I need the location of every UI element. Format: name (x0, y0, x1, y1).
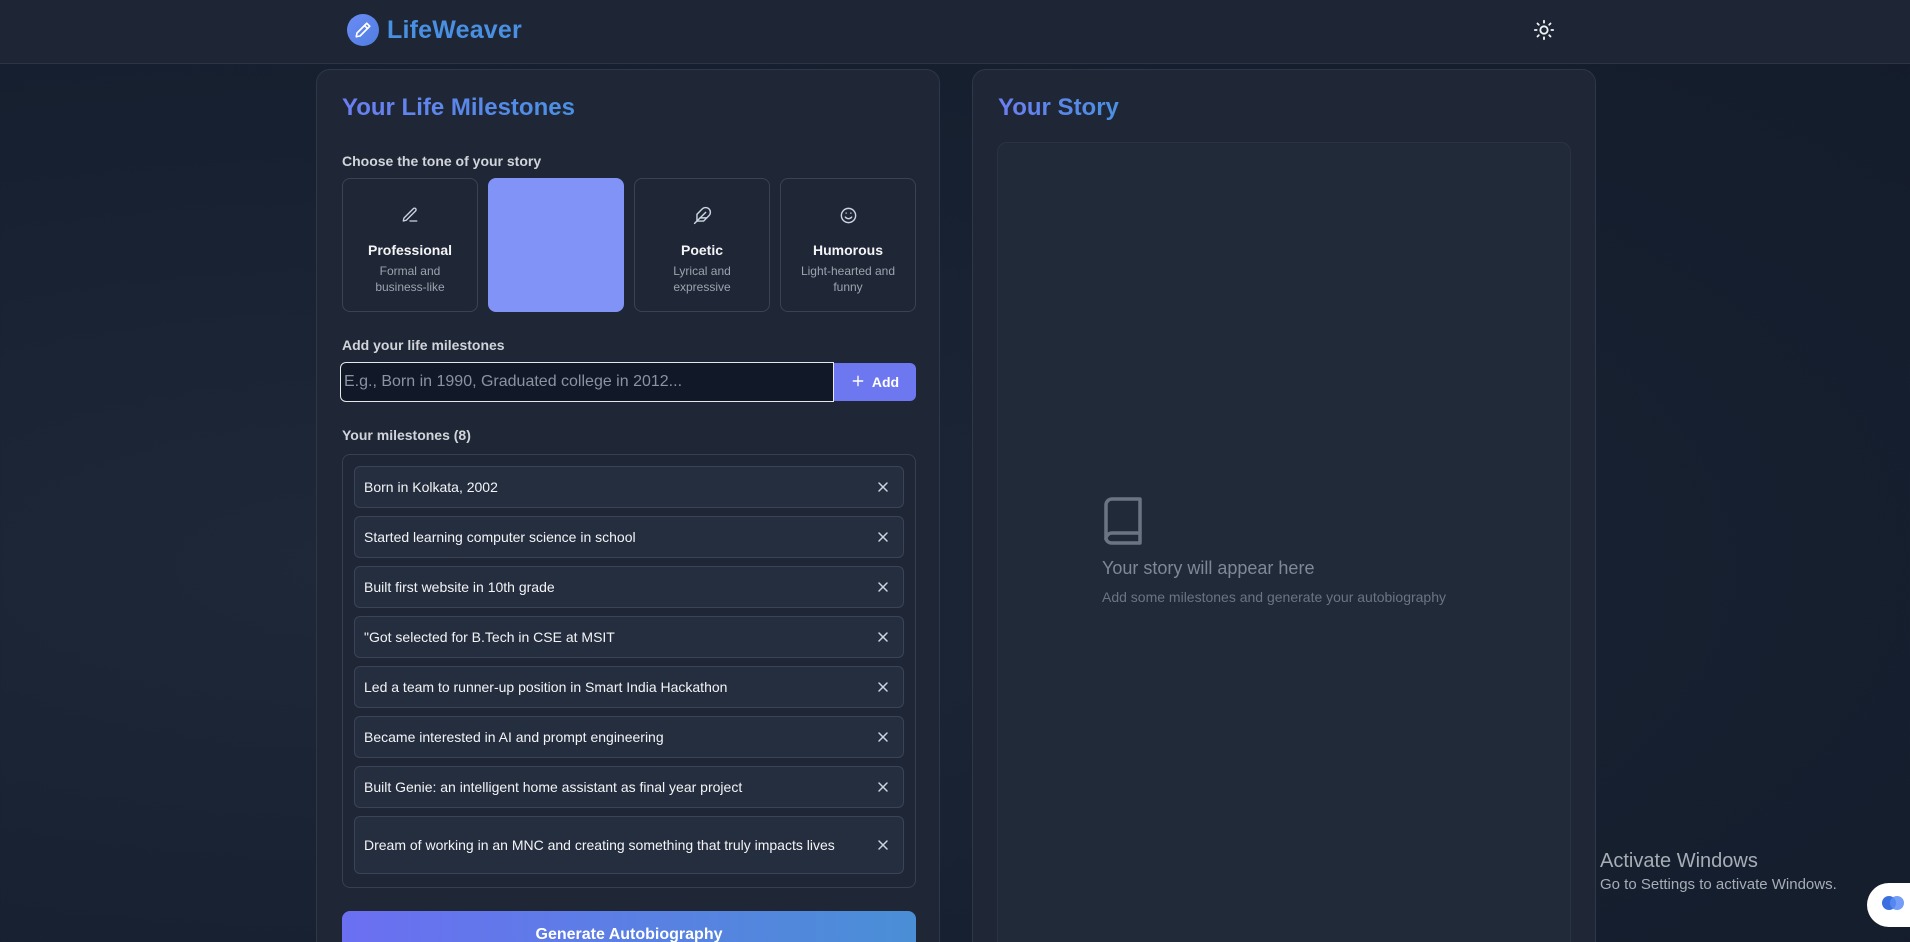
pen-icon (401, 205, 419, 225)
add-milestones-label: Add your life milestones (342, 337, 505, 353)
milestone-text: Built first website in 10th grade (364, 578, 555, 595)
empty-state-title: Your story will appear here (1102, 558, 1315, 578)
windows-activation-watermark: Activate Windows Go to Settings to activ… (1600, 850, 1837, 893)
milestone-item: Dream of working in an MNC and creating … (354, 816, 904, 874)
milestone-item: Built Genie: an intelligent home assista… (354, 766, 904, 808)
remove-milestone-button[interactable] (873, 627, 893, 647)
close-icon (878, 840, 888, 850)
story-panel: Your Story Your story will appear here A… (972, 69, 1596, 942)
tone-label: Choose the tone of your story (342, 153, 542, 169)
theme-toggle-button[interactable] (1530, 18, 1558, 46)
watermark-title: Activate Windows (1600, 850, 1758, 872)
milestone-item: Built first website in 10th grade (354, 566, 904, 608)
milestone-item: "Got selected for B.Tech in CSE at MSIT (354, 616, 904, 658)
smile-icon (839, 205, 858, 225)
close-icon (878, 582, 888, 592)
close-icon (878, 732, 888, 742)
close-icon (878, 532, 888, 542)
top-navbar: LifeWeaver (0, 0, 1910, 64)
close-icon (878, 482, 888, 492)
app-logo[interactable]: LifeWeaver (347, 14, 522, 46)
milestone-item: Led a team to runner-up position in Smar… (354, 666, 904, 708)
tone-professional[interactable]: Professional Formal and business-like (342, 178, 478, 312)
floating-widget-button[interactable] (1867, 883, 1910, 927)
remove-milestone-button[interactable] (873, 477, 893, 497)
milestones-count-label: Your milestones (8) (342, 427, 471, 443)
story-output: Your story will appear here Add some mil… (997, 142, 1571, 942)
plus-icon (851, 374, 865, 391)
tone-description: Formal and business-like (375, 264, 445, 294)
tone-poetic[interactable]: Poetic Lyrical and expressive (634, 178, 770, 312)
add-milestone-button[interactable]: Add (834, 363, 916, 401)
sun-icon (1533, 19, 1555, 46)
milestone-text: "Got selected for B.Tech in CSE at MSIT (364, 628, 615, 645)
remove-milestone-button[interactable] (873, 527, 893, 547)
toggle-icon (1879, 894, 1907, 917)
milestone-text: Dream of working in an MNC and creating … (364, 836, 835, 853)
story-title: Your Story (998, 94, 1119, 121)
tone-name: Humorous (813, 242, 883, 258)
milestones-title: Your Life Milestones (342, 94, 575, 121)
milestones-panel: Your Life Milestones Choose the tone of … (316, 69, 940, 942)
remove-milestone-button[interactable] (873, 777, 893, 797)
milestone-text: Became interested in AI and prompt engin… (364, 728, 664, 745)
book-icon (1102, 497, 1144, 550)
milestones-list: Born in Kolkata, 2002 Started learning c… (342, 454, 916, 888)
tone-description: Lyrical and expressive (673, 264, 731, 294)
add-button-label: Add (871, 374, 900, 390)
empty-state-subtitle: Add some milestones and generate your au… (1102, 589, 1446, 605)
close-icon (878, 782, 888, 792)
remove-milestone-button[interactable] (873, 577, 893, 597)
tone-description: Light-hearted and funny (800, 264, 896, 294)
watermark-subtitle: Go to Settings to activate Windows. (1600, 876, 1837, 893)
milestone-text: Born in Kolkata, 2002 (364, 478, 498, 495)
milestone-item: Became interested in AI and prompt engin… (354, 716, 904, 758)
remove-milestone-button[interactable] (873, 727, 893, 747)
tone-name: Professional (367, 242, 453, 258)
pencil-icon (347, 14, 379, 46)
milestone-item: Born in Kolkata, 2002 (354, 466, 904, 508)
milestone-text: Built Genie: an intelligent home assista… (364, 778, 743, 795)
milestone-text: Started learning computer science in sch… (364, 528, 636, 545)
remove-milestone-button[interactable] (873, 677, 893, 697)
milestone-item: Started learning computer science in sch… (354, 516, 904, 558)
feather-icon (693, 205, 712, 225)
tone-name: Poetic (680, 242, 723, 258)
milestone-text: Led a team to runner-up position in Smar… (364, 678, 728, 695)
tone-selected[interactable] (488, 178, 624, 312)
close-icon (878, 632, 888, 642)
tone-humorous[interactable]: Humorous Light-hearted and funny (780, 178, 916, 312)
milestone-input[interactable] (340, 362, 834, 402)
close-icon (878, 682, 888, 692)
remove-milestone-button[interactable] (873, 835, 893, 855)
app-name: LifeWeaver (387, 15, 522, 44)
generate-autobiography-button[interactable]: Generate Autobiography (342, 911, 916, 942)
